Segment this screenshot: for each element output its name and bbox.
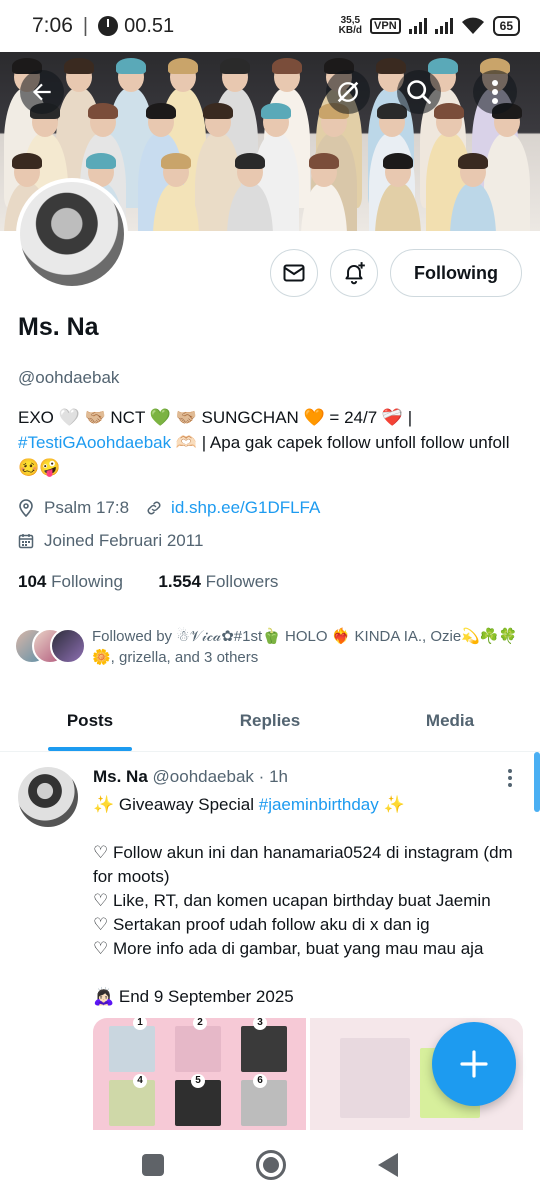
post-header: Ms. Na @oohdaebak · 1h: [93, 767, 288, 786]
search-button[interactable]: [397, 70, 441, 114]
more-vertical-icon: [492, 80, 498, 104]
banner-figure-hair: [261, 103, 292, 119]
tab-posts[interactable]: Posts: [0, 690, 180, 751]
banner-figure-hair: [86, 153, 117, 169]
wifi-icon: [461, 17, 484, 34]
profile-bio: EXO 🤍 🤝🏼 NCT 💚 🤝🏼 SUNGCHAN 🧡 = 24/7 ❤️‍🩹…: [18, 405, 523, 480]
scrollbar[interactable]: [534, 752, 540, 812]
timer-text: 00.51: [124, 14, 175, 37]
timer-icon: [98, 16, 119, 36]
clock: 7:06: [32, 14, 73, 37]
network-speed: 35,5 KB/d: [338, 15, 363, 36]
media-number: 6: [253, 1074, 267, 1088]
banner-figure-hair: [234, 153, 265, 169]
bio-line-1: EXO 🤍 🤝🏼 NCT 💚 🤝🏼 SUNGCHAN 🧡 = 24/7 ❤️‍🩹…: [18, 408, 413, 427]
recents-icon[interactable]: [142, 1154, 164, 1176]
post-line: ♡ Follow akun ini dan hanamaria0524 di i…: [93, 843, 513, 886]
back-nav-icon[interactable]: [378, 1153, 398, 1177]
post-image-1[interactable]: 1 2 3 4 5 6: [93, 1018, 306, 1130]
followers-count-link[interactable]: 1.554 Followers: [158, 572, 278, 591]
vpn-icon: VPN: [370, 18, 401, 34]
banner-figure-hair: [457, 153, 488, 169]
tab-media[interactable]: Media: [360, 690, 540, 751]
profile-avatar[interactable]: [16, 178, 128, 290]
banner-figure-hair: [64, 58, 94, 74]
banner-figure-hair: [220, 58, 250, 74]
search-icon: [407, 80, 431, 104]
banner-figure-hair: [272, 58, 302, 74]
status-separator: |: [82, 14, 89, 37]
profile-tabs: Posts Replies Media: [0, 690, 540, 752]
banner-figure-hair: [376, 58, 406, 74]
signal-icon: [408, 18, 427, 34]
follower-avatars: [14, 626, 88, 666]
banner-figure-hair: [12, 153, 42, 169]
follow-counts: 104 Following 1.554 Followers: [18, 572, 278, 592]
banner-figure-hair: [309, 153, 340, 169]
battery-icon: 65: [492, 16, 520, 36]
banner-figure-hair: [116, 58, 146, 74]
profile-handle: @oohdaebak: [18, 368, 120, 387]
post-time: 1h: [269, 767, 288, 786]
profile-joined-date: Joined Februari 2011: [44, 531, 204, 550]
followed-by-row[interactable]: Followed by ☃𝒱𝒾𝒸𝒶✿#1st🫑 HOLO ❤️‍🔥 KINDA …: [14, 626, 524, 668]
banner-figure-hair: [87, 103, 118, 119]
message-button[interactable]: [270, 249, 318, 297]
post-line: ♡ More info ada di gambar, buat yang mau…: [93, 939, 484, 958]
profile-location: Psalm 17:8: [44, 498, 130, 517]
media-number: 4: [133, 1074, 147, 1088]
followed-by-text: Followed by ☃𝒱𝒾𝒸𝒶✿#1st🫑 HOLO ❤️‍🔥 KINDA …: [92, 628, 518, 666]
tab-replies[interactable]: Replies: [180, 690, 360, 751]
link-icon: [147, 501, 161, 515]
banner-figure-hair: [383, 153, 414, 169]
calendar-icon: [18, 534, 34, 549]
post-end-date: 🙇🏻‍♀️ End 9 September 2025: [93, 987, 294, 1006]
post-more-icon[interactable]: [500, 766, 520, 790]
location-pin-icon: [19, 499, 33, 517]
banner-figure-hair: [434, 103, 465, 119]
profile-meta-row: Psalm 17:8 id.shp.ee/G1DFLFA: [18, 498, 320, 518]
compose-button[interactable]: [432, 1022, 516, 1106]
profile-name: Ms. Na: [18, 313, 99, 341]
signal-icon-2: [434, 18, 453, 34]
notify-button[interactable]: [330, 249, 378, 297]
follower-avatar: [50, 628, 86, 664]
more-button[interactable]: [473, 70, 517, 114]
bio-hashtag-link[interactable]: #TestiGAoohdaebak: [18, 433, 171, 452]
post-line: ♡ Like, RT, dan komen ucapan birthday bu…: [93, 891, 491, 910]
following-button[interactable]: Following: [390, 249, 522, 297]
following-count-link[interactable]: 104 Following: [18, 572, 123, 591]
banner-figure-hair: [168, 58, 198, 74]
profile-website-link[interactable]: id.shp.ee/G1DFLFA: [171, 498, 320, 518]
bell-plus-icon: [345, 262, 365, 285]
arrow-left-icon: [32, 83, 51, 101]
profile-joined-row: Joined Februari 2011: [18, 531, 203, 551]
banner-figure-hair: [160, 153, 191, 169]
home-icon[interactable]: [256, 1150, 286, 1180]
banner-figure-hair: [203, 103, 234, 119]
banner-figure-hair: [145, 103, 176, 119]
system-nav-bar: [0, 1130, 540, 1200]
post-hashtag-link[interactable]: #jaeminbirthday: [259, 795, 379, 814]
post-line: ♡ Sertakan proof udah follow aku di x da…: [93, 915, 430, 934]
status-bar: 7:06 | 00.51 35,5 KB/d VPN 65: [0, 0, 540, 52]
back-button[interactable]: [20, 70, 64, 114]
media-number: 5: [191, 1074, 205, 1088]
post-text: ✨ Giveaway Special #jaeminbirthday ✨ ♡ F…: [93, 793, 523, 1009]
plus-icon: [460, 1050, 488, 1078]
post-author-name[interactable]: Ms. Na: [93, 767, 148, 786]
post-author-avatar[interactable]: [18, 767, 78, 827]
grok-button[interactable]: [326, 70, 370, 114]
grok-icon: [337, 81, 359, 103]
post-author-handle: @oohdaebak: [152, 767, 254, 786]
envelope-icon: [283, 264, 305, 282]
banner-figure-hair: [428, 58, 458, 74]
